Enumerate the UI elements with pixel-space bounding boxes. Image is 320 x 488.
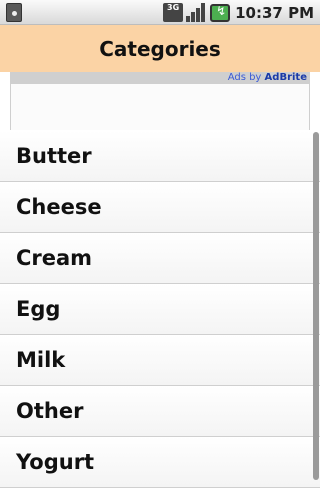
list-item[interactable]: Cream — [0, 233, 320, 284]
list-item[interactable]: Egg — [0, 284, 320, 335]
list-item[interactable]: Milk — [0, 335, 320, 386]
list-item[interactable]: Butter — [0, 131, 320, 182]
clock: 10:37 PM — [235, 3, 314, 22]
sd-card-icon — [6, 3, 22, 22]
list-item[interactable]: Other — [0, 386, 320, 437]
status-indicators: 3G 10:37 PM — [163, 2, 314, 23]
3g-icon: 3G — [163, 3, 184, 22]
status-bar: 3G 10:37 PM — [0, 0, 320, 25]
ads-by-label: Ads by — [227, 72, 262, 83]
ad-banner[interactable]: Ads by AdBrite — [10, 72, 310, 130]
adbrite-link[interactable]: AdBrite — [265, 72, 307, 83]
ad-attribution[interactable]: Ads by AdBrite — [11, 72, 309, 84]
page-title: Categories — [99, 36, 221, 61]
category-list: Butter Cheese Cream Egg Milk Other Yogur… — [0, 131, 320, 488]
scrollbar[interactable] — [313, 132, 319, 480]
list-item[interactable]: Cheese — [0, 182, 320, 233]
title-bar: Categories — [0, 25, 320, 72]
signal-icon — [186, 3, 206, 22]
list-item[interactable]: Yogurt — [0, 437, 320, 488]
battery-icon — [210, 3, 231, 22]
network-label: 3G — [167, 3, 180, 12]
